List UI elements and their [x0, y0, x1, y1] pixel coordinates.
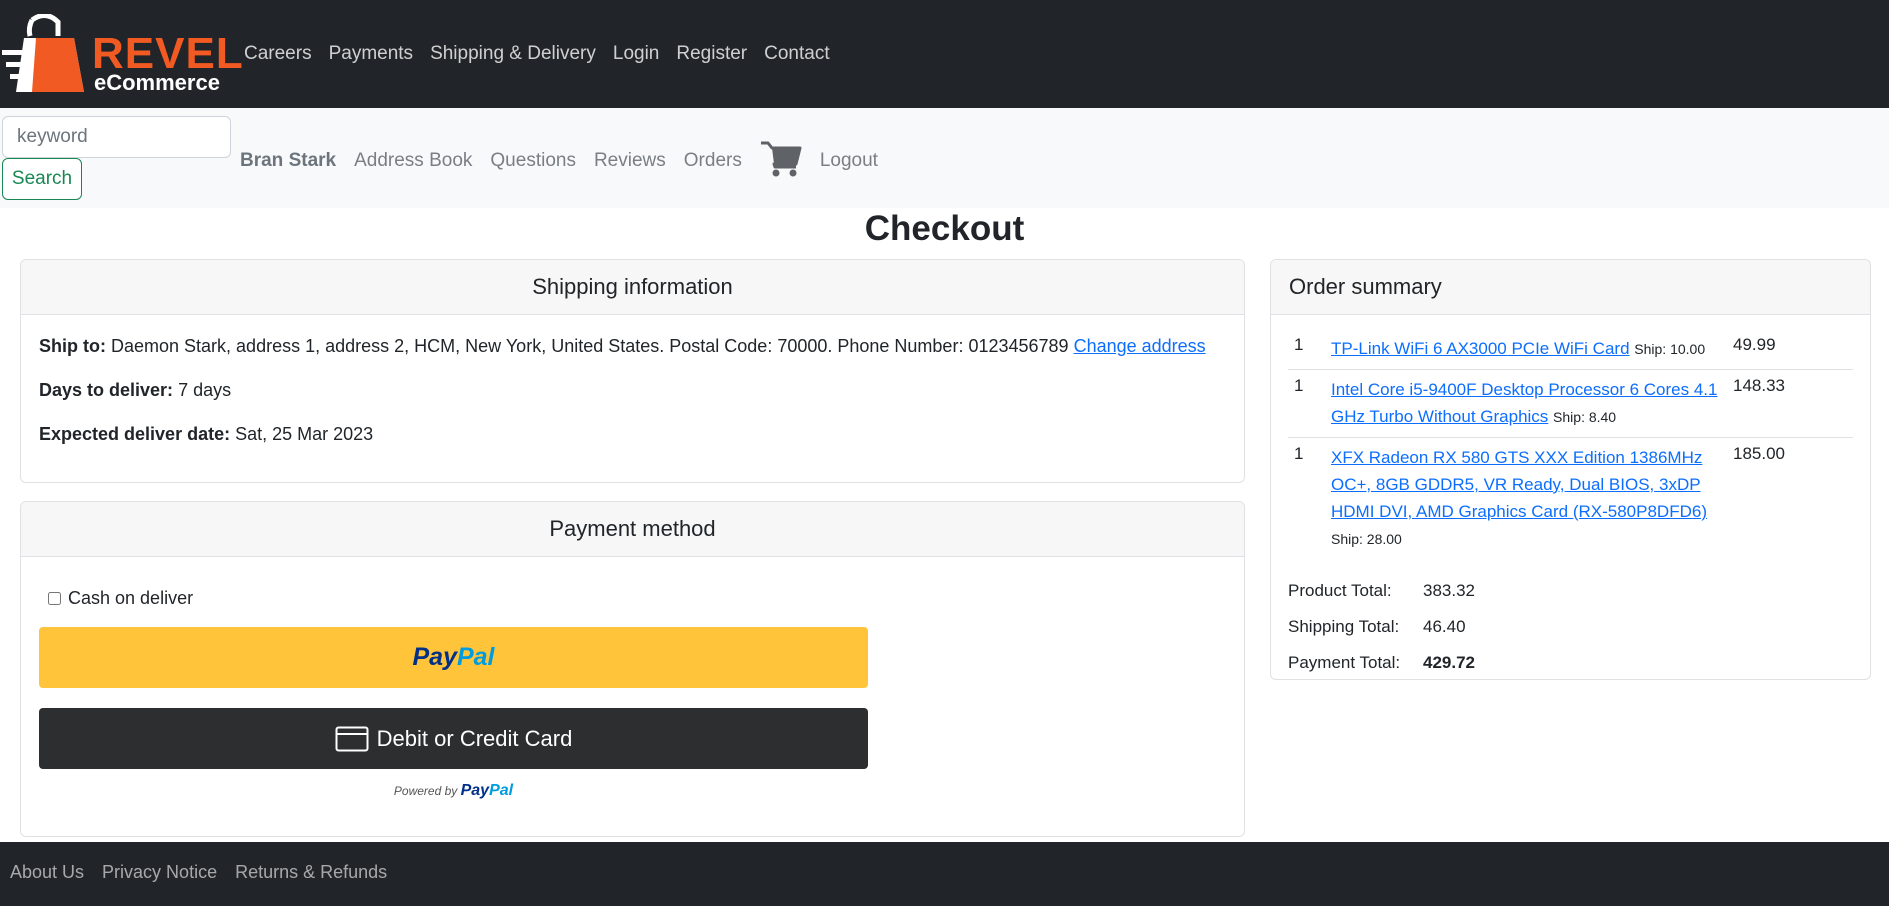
expected-value: Sat, 25 Mar 2023	[235, 424, 374, 444]
product-total-row: Product Total: 383.32	[1288, 581, 1853, 617]
credit-card-icon	[335, 726, 369, 751]
item-price: 185.00	[1733, 444, 1785, 463]
top-navbar: REVEL eCommerce Careers Payments Shippin…	[0, 0, 1889, 108]
item-name-link[interactable]: XFX Radeon RX 580 GTS XXX Edition 1386MH…	[1331, 448, 1707, 521]
item-ship-cost: Ship: 28.00	[1331, 531, 1402, 547]
brand-tagline: eCommerce	[94, 70, 220, 95]
ship-to-row: Ship to: Daemon Stark, address 1, addres…	[39, 335, 1226, 358]
order-summary-card: Order summary 1 TP-Link WiFi 6 AX3000 PC…	[1270, 259, 1871, 680]
nav-login[interactable]: Login	[613, 43, 660, 65]
days-to-deliver-row: Days to deliver: 7 days	[39, 379, 1226, 402]
nav-register[interactable]: Register	[676, 43, 747, 65]
nav-careers[interactable]: Careers	[244, 43, 312, 65]
ship-to-label: Ship to:	[39, 336, 106, 356]
payment-total-row: Payment Total: 429.72	[1288, 653, 1853, 679]
footer-links: About Us Privacy Notice Returns & Refund…	[10, 862, 387, 883]
cash-on-deliver-checkbox[interactable]	[48, 592, 61, 605]
paypal-logo: PayPal	[412, 643, 494, 672]
order-summary-body: 1 TP-Link WiFi 6 AX3000 PCIe WiFi Card S…	[1271, 315, 1870, 679]
nav-reviews[interactable]: Reviews	[594, 150, 666, 172]
nav-contact[interactable]: Contact	[764, 43, 829, 65]
powered-paypal-pay: Pay	[460, 782, 490, 799]
shipping-card-header: Shipping information	[21, 260, 1244, 315]
item-ship-cost: Ship: 8.40	[1553, 409, 1617, 425]
cart-icon[interactable]	[760, 139, 802, 179]
payment-card: Payment method Cash on deliver PayPal De…	[20, 501, 1245, 837]
nav-shipping-delivery[interactable]: Shipping & Delivery	[430, 43, 596, 65]
item-name-link[interactable]: TP-Link WiFi 6 AX3000 PCIe WiFi Card	[1331, 339, 1630, 358]
order-item: 1 Intel Core i5-9400F Desktop Processor …	[1288, 370, 1853, 438]
footer-returns-refunds[interactable]: Returns & Refunds	[235, 862, 387, 883]
payment-total-value: 429.72	[1423, 653, 1475, 672]
main-nav: Careers Payments Shipping & Delivery Log…	[244, 43, 830, 65]
search-button[interactable]: Search	[2, 158, 82, 200]
item-price: 148.33	[1733, 376, 1785, 395]
shipping-card-body: Ship to: Daemon Stark, address 1, addres…	[21, 315, 1244, 482]
days-value: 7 days	[178, 380, 232, 400]
footer-privacy-notice[interactable]: Privacy Notice	[102, 862, 217, 883]
paypal-button[interactable]: PayPal	[39, 627, 868, 688]
paypal-logo-pay: Pay	[412, 643, 457, 671]
nav-logout[interactable]: Logout	[820, 150, 878, 172]
expected-label: Expected deliver date:	[39, 424, 231, 444]
debit-credit-card-button[interactable]: Debit or Credit Card	[39, 708, 868, 769]
order-summary-header: Order summary	[1271, 260, 1870, 315]
card-button-label: Debit or Credit Card	[376, 725, 573, 751]
user-name[interactable]: Bran Stark	[240, 150, 336, 172]
nav-payments[interactable]: Payments	[329, 43, 413, 65]
shipping-total-row: Shipping Total: 46.40	[1288, 617, 1853, 653]
item-name-link[interactable]: Intel Core i5-9400F Desktop Processor 6 …	[1331, 380, 1717, 426]
page-title: Checkout	[864, 209, 1025, 248]
payment-card-body: Cash on deliver PayPal Debit or Credit C…	[21, 557, 1244, 836]
item-qty: 1	[1294, 444, 1304, 463]
footer: About Us Privacy Notice Returns & Refund…	[0, 842, 1889, 906]
product-total-value: 383.32	[1423, 581, 1475, 600]
search-input[interactable]	[2, 116, 231, 158]
nav-address-book[interactable]: Address Book	[354, 150, 472, 172]
cash-on-deliver-label: Cash on deliver	[68, 588, 194, 608]
shipping-total-label: Shipping Total:	[1288, 617, 1400, 636]
cash-on-deliver-option[interactable]: Cash on deliver	[48, 588, 193, 609]
item-description: TP-Link WiFi 6 AX3000 PCIe WiFi Card Shi…	[1331, 335, 1725, 363]
account-nav: Bran Stark Address Book Questions Review…	[240, 141, 896, 179]
footer-about-us[interactable]: About Us	[10, 862, 84, 883]
item-description: Intel Core i5-9400F Desktop Processor 6 …	[1331, 376, 1725, 431]
powered-by-paypal: Powered by PayPal	[39, 782, 868, 800]
powered-paypal-pal: Pal	[489, 782, 514, 799]
nav-orders[interactable]: Orders	[684, 150, 742, 172]
shopping-bag-logo-icon	[2, 14, 84, 92]
item-ship-cost: Ship: 10.00	[1634, 341, 1706, 357]
shipping-total-value: 46.40	[1423, 617, 1466, 636]
item-qty: 1	[1294, 335, 1304, 354]
ship-to-value: Daemon Stark, address 1, address 2, HCM,…	[111, 336, 1069, 356]
change-address-link[interactable]: Change address	[1074, 336, 1206, 356]
nav-questions[interactable]: Questions	[490, 150, 576, 172]
brand-logo[interactable]: REVEL eCommerce	[2, 14, 243, 98]
paypal-logo-pal: Pal	[456, 643, 495, 671]
item-description: XFX Radeon RX 580 GTS XXX Edition 1386MH…	[1331, 444, 1725, 553]
order-item: 1 XFX Radeon RX 580 GTS XXX Edition 1386…	[1288, 438, 1853, 559]
order-item: 1 TP-Link WiFi 6 AX3000 PCIe WiFi Card S…	[1288, 329, 1853, 370]
powered-by-text: Powered by	[393, 784, 458, 798]
order-items-list: 1 TP-Link WiFi 6 AX3000 PCIe WiFi Card S…	[1288, 329, 1853, 559]
order-totals: Product Total: 383.32 Shipping Total: 46…	[1288, 581, 1853, 679]
item-price: 49.99	[1733, 335, 1776, 354]
payment-card-header: Payment method	[21, 502, 1244, 557]
powered-paypal-logo: PayPal	[461, 782, 513, 799]
days-label: Days to deliver:	[39, 380, 174, 400]
shipping-card: Shipping information Ship to: Daemon Sta…	[20, 259, 1245, 483]
payment-total-label: Payment Total:	[1288, 653, 1401, 672]
product-total-label: Product Total:	[1288, 581, 1392, 600]
item-qty: 1	[1294, 376, 1304, 395]
expected-date-row: Expected deliver date: Sat, 25 Mar 2023	[39, 423, 1226, 446]
